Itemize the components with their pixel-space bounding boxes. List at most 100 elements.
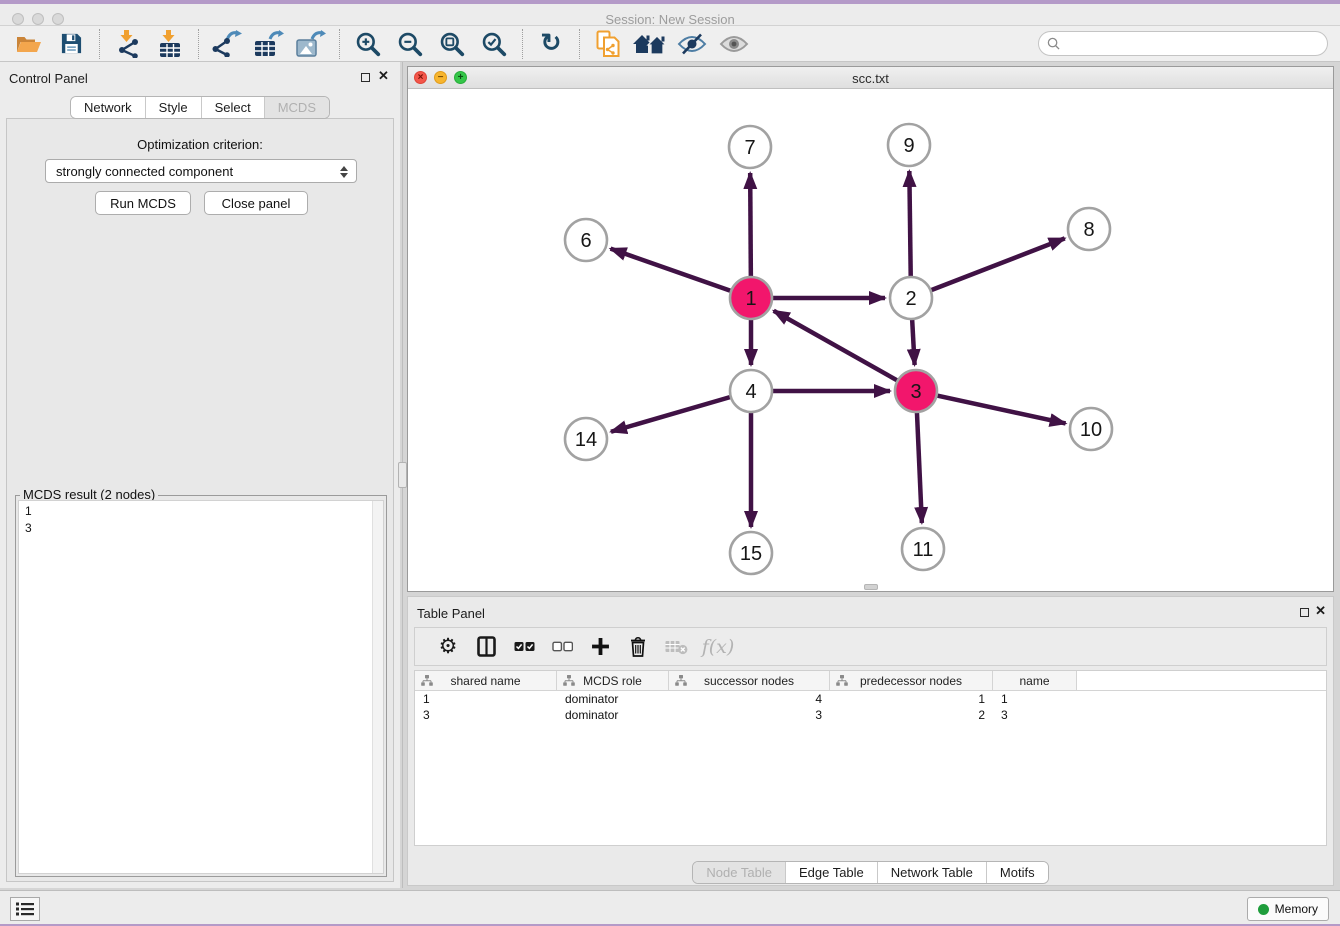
import-table-icon[interactable]: [149, 28, 191, 60]
network-canvas-svg[interactable]: 7968124314101511: [408, 89, 1333, 591]
cell-successor-nodes[interactable]: 4: [669, 691, 830, 707]
zoom-in-icon[interactable]: [347, 28, 389, 60]
mcds-result-group: MCDS result (2 nodes) 1 3: [15, 495, 387, 877]
graph-node-label-8: 8: [1083, 219, 1094, 241]
sort-icon[interactable]: [563, 675, 575, 686]
tab-mcds[interactable]: MCDS: [264, 97, 329, 118]
column-header-successor-nodes[interactable]: successor nodes: [669, 671, 830, 690]
column-header-mcds-role[interactable]: MCDS role: [557, 671, 669, 690]
cell-mcds-role[interactable]: dominator: [557, 691, 669, 707]
graph-node-label-1: 1: [745, 288, 756, 310]
cell-predecessor-nodes[interactable]: 1: [830, 691, 993, 707]
graph-edge-3-11[interactable]: [917, 412, 922, 523]
graph-edge-1-6[interactable]: [611, 249, 732, 291]
cell-successor-nodes[interactable]: 3: [669, 707, 830, 723]
export-table-icon[interactable]: [248, 28, 290, 60]
table-panel-tabs: Node TableEdge TableNetwork TableMotifs: [692, 861, 1048, 884]
cell-shared-name[interactable]: 3: [415, 707, 557, 723]
column-header-shared-name[interactable]: shared name: [415, 671, 557, 690]
control-panel-tabs-row: NetworkStyleSelectMCDS: [0, 96, 400, 119]
table-row[interactable]: 3dominator323: [415, 707, 1326, 723]
sort-icon[interactable]: [675, 675, 687, 686]
mcds-panel: Optimization criterion: strongly connect…: [6, 118, 394, 882]
graph-node-label-6: 6: [580, 230, 591, 252]
zoom-fit-icon[interactable]: [431, 28, 473, 60]
network-window-title: scc.txt: [408, 71, 1333, 86]
graph-edge-3-10[interactable]: [937, 395, 1066, 423]
graph-node-label-14: 14: [575, 429, 597, 451]
node-table-body: 1dominator4113dominator323: [415, 691, 1326, 723]
close-panel-action-button[interactable]: Close panel: [204, 191, 308, 215]
sort-icon[interactable]: [836, 675, 848, 686]
network-resize-handle[interactable]: [864, 584, 878, 590]
deselect-all-checkboxes-icon[interactable]: [543, 631, 581, 663]
graph-node-label-7: 7: [744, 137, 755, 159]
export-network-icon[interactable]: [206, 28, 248, 60]
hide-selected-icon[interactable]: [671, 28, 713, 60]
network-window-titlebar: × − + scc.txt: [408, 67, 1333, 89]
search-input[interactable]: [1065, 36, 1319, 52]
graph-edge-2-3[interactable]: [912, 319, 914, 365]
list-icon: [16, 902, 34, 916]
float-panel-button[interactable]: [361, 73, 370, 82]
mcds-result-textarea[interactable]: 1 3: [18, 500, 384, 874]
cell-predecessor-nodes[interactable]: 2: [830, 707, 993, 723]
graph-edge-2-9[interactable]: [909, 171, 910, 277]
task-history-button[interactable]: [10, 897, 40, 921]
graph-edge-3-1[interactable]: [774, 311, 898, 381]
network-view-window: × − + scc.txt 7968124314101511: [407, 66, 1334, 592]
save-session-icon[interactable]: [50, 28, 92, 60]
column-header-predecessor-nodes[interactable]: predecessor nodes: [830, 671, 993, 690]
show-all-icon[interactable]: [713, 28, 755, 60]
export-image-icon[interactable]: [290, 28, 332, 60]
cell-mcds-role[interactable]: dominator: [557, 707, 669, 723]
tab-node-table[interactable]: Node Table: [693, 862, 785, 883]
zoom-out-icon[interactable]: [389, 28, 431, 60]
add-row-icon[interactable]: [581, 631, 619, 663]
column-settings-gear-icon[interactable]: ⚙: [429, 631, 467, 663]
memory-label: Memory: [1275, 902, 1318, 916]
tab-network[interactable]: Network: [71, 97, 145, 118]
toolbar-separator: [198, 29, 199, 59]
home-view-icon[interactable]: [629, 28, 671, 60]
import-network-icon[interactable]: [107, 28, 149, 60]
toolbar-separator: [579, 29, 580, 59]
table-panel: Table Panel ✕ ⚙: [407, 596, 1334, 886]
zoom-selected-icon[interactable]: [473, 28, 515, 60]
graph-node-label-3: 3: [910, 381, 921, 403]
sort-icon[interactable]: [421, 675, 433, 686]
tab-edge-table[interactable]: Edge Table: [785, 862, 877, 883]
tab-style[interactable]: Style: [145, 97, 201, 118]
table-row[interactable]: 1dominator411: [415, 691, 1326, 707]
graph-edge-4-14[interactable]: [611, 397, 731, 432]
select-all-checkboxes-icon[interactable]: [505, 631, 543, 663]
show-columns-icon[interactable]: [467, 631, 505, 663]
tab-motifs[interactable]: Motifs: [986, 862, 1048, 883]
search-field[interactable]: [1038, 31, 1328, 56]
cell-name[interactable]: 3: [993, 707, 1077, 723]
splitter-handle[interactable]: [398, 462, 407, 488]
column-header-name[interactable]: name: [993, 671, 1077, 690]
toolbar-separator: [99, 29, 100, 59]
cell-name[interactable]: 1: [993, 691, 1077, 707]
tab-select[interactable]: Select: [201, 97, 264, 118]
graph-node-label-4: 4: [745, 381, 756, 403]
refresh-view-icon[interactable]: ↻: [530, 28, 572, 60]
table-tabs-row: Node TableEdge TableNetwork TableMotifs: [408, 861, 1333, 884]
run-mcds-button[interactable]: Run MCDS: [95, 191, 191, 215]
close-panel-button[interactable]: ✕: [378, 69, 389, 82]
memory-button[interactable]: Memory: [1247, 897, 1329, 921]
table-close-panel-button[interactable]: ✕: [1315, 604, 1326, 617]
graph-edge-1-7[interactable]: [750, 173, 751, 277]
clone-network-icon[interactable]: [587, 28, 629, 60]
tab-network-table[interactable]: Network Table: [877, 862, 986, 883]
graph-edge-2-8[interactable]: [931, 238, 1065, 290]
table-float-panel-button[interactable]: [1300, 608, 1309, 617]
delete-row-icon[interactable]: [619, 631, 657, 663]
node-table[interactable]: shared nameMCDS rolesuccessor nodesprede…: [414, 670, 1327, 846]
cell-shared-name[interactable]: 1: [415, 691, 557, 707]
optimization-criterion-label: Optimization criterion:: [7, 137, 393, 152]
criterion-dropdown[interactable]: strongly connected component: [45, 159, 357, 183]
mcds-result-scrollbar[interactable]: [372, 501, 383, 873]
open-session-icon[interactable]: [8, 28, 50, 60]
